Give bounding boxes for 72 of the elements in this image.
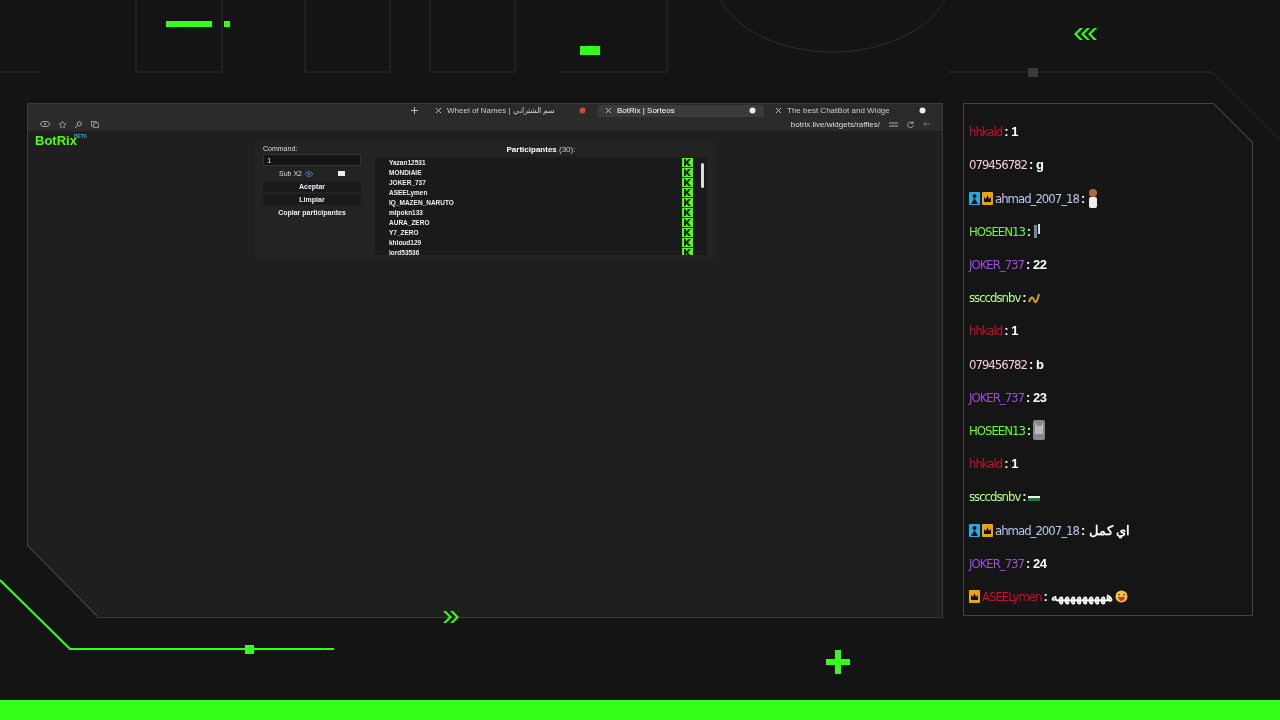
new-tab-icon[interactable]	[411, 107, 418, 114]
plus-icon	[826, 650, 850, 674]
chat-message: : اي كمل	[1080, 522, 1131, 538]
square-mark	[1028, 68, 1038, 77]
chat-message: :	[1026, 223, 1031, 239]
tab-favicon-icon	[919, 107, 926, 114]
chat-message: : 24	[1026, 555, 1047, 571]
dash-mark	[224, 21, 230, 27]
chat-username[interactable]: ssccdsnbv	[969, 489, 1021, 505]
crown-badge-icon	[982, 191, 993, 205]
crown-badge-icon	[982, 523, 993, 537]
k-logo-icon	[682, 177, 693, 187]
crown-badge-icon	[969, 589, 980, 603]
k-logo-icon	[682, 187, 693, 197]
tab-favicon-icon	[579, 107, 586, 114]
eye-icon[interactable]	[40, 121, 50, 127]
chat-username[interactable]: 079456782	[969, 356, 1027, 372]
chevron-icon	[443, 611, 459, 623]
chat-message: :	[1022, 290, 1027, 306]
k-logo-icon	[682, 237, 693, 247]
figure-emote-icon	[1086, 188, 1099, 209]
chat-username[interactable]: 079456782	[969, 157, 1027, 173]
chat-message: :	[1022, 489, 1027, 505]
close-icon[interactable]	[606, 108, 611, 113]
chat-message: : 1	[1004, 456, 1018, 472]
chat-username[interactable]: ahmad_2007_18	[995, 190, 1079, 206]
cat-emote-icon	[1032, 420, 1045, 441]
sub-checkbox[interactable]	[337, 171, 345, 176]
app-logo[interactable]: BotRix$^{BETA}$	[35, 133, 88, 148]
bottle-emote-icon	[1032, 223, 1042, 240]
chat-username[interactable]: ssccdsnbv	[969, 290, 1021, 306]
k-logo-icon	[682, 167, 693, 177]
chat-message: :	[1080, 190, 1085, 206]
browser-tab[interactable]: The best ChatBot and Widge	[768, 104, 934, 117]
close-icon[interactable]	[436, 108, 441, 113]
k-logo-icon	[682, 217, 693, 227]
person-badge-icon	[969, 191, 980, 205]
close-icon[interactable]	[776, 108, 781, 113]
k-logo-icon	[682, 227, 693, 237]
chat-username[interactable]: HOSEEN13	[969, 223, 1025, 239]
address-field[interactable]: botrix.live/widgets/raffles/	[790, 119, 880, 129]
participants-title: Participantes (30):	[505, 145, 577, 154]
chat-username[interactable]: ahmad_2007_18	[995, 522, 1079, 538]
chat-username[interactable]: HOSEEN13	[969, 422, 1025, 438]
chevron-icon	[1074, 28, 1097, 40]
dash-mark	[580, 46, 600, 55]
chat-message: :	[1026, 422, 1031, 438]
corner-line	[1212, 102, 1254, 144]
chat-message: : 1	[1004, 124, 1018, 140]
k-logo-icon	[682, 207, 693, 217]
reload-icon[interactable]	[907, 120, 914, 128]
command-field[interactable]: 1	[263, 154, 361, 166]
squiggle-emote-icon	[1028, 291, 1041, 304]
star-icon[interactable]	[59, 120, 66, 128]
chat-username[interactable]: JOKER_737	[969, 555, 1024, 571]
laughing-face-icon	[1115, 589, 1129, 603]
chat-username[interactable]: JOKER_737	[969, 389, 1024, 405]
chat-message: : b	[1028, 356, 1044, 372]
browser-tab[interactable]: Wheel of Names | سم الشتراني	[428, 104, 594, 117]
chat-message: : 23	[1026, 389, 1047, 405]
back-arrow-icon[interactable]	[923, 121, 930, 127]
chat-username[interactable]: JOKER_737	[969, 257, 1024, 273]
search-icon[interactable]	[75, 120, 82, 128]
browser-tab[interactable]: BotRix | Sorteos	[598, 104, 764, 117]
chat-message: : 1	[1004, 323, 1018, 339]
chat-message: : g	[1028, 157, 1044, 173]
chat-message: : 22	[1026, 257, 1047, 273]
dash-mark	[166, 21, 212, 27]
person-badge-icon	[969, 523, 980, 537]
k-logo-icon	[682, 197, 693, 207]
chat-message: : هههههههههه	[1043, 588, 1114, 604]
tab-favicon-icon	[749, 107, 756, 114]
